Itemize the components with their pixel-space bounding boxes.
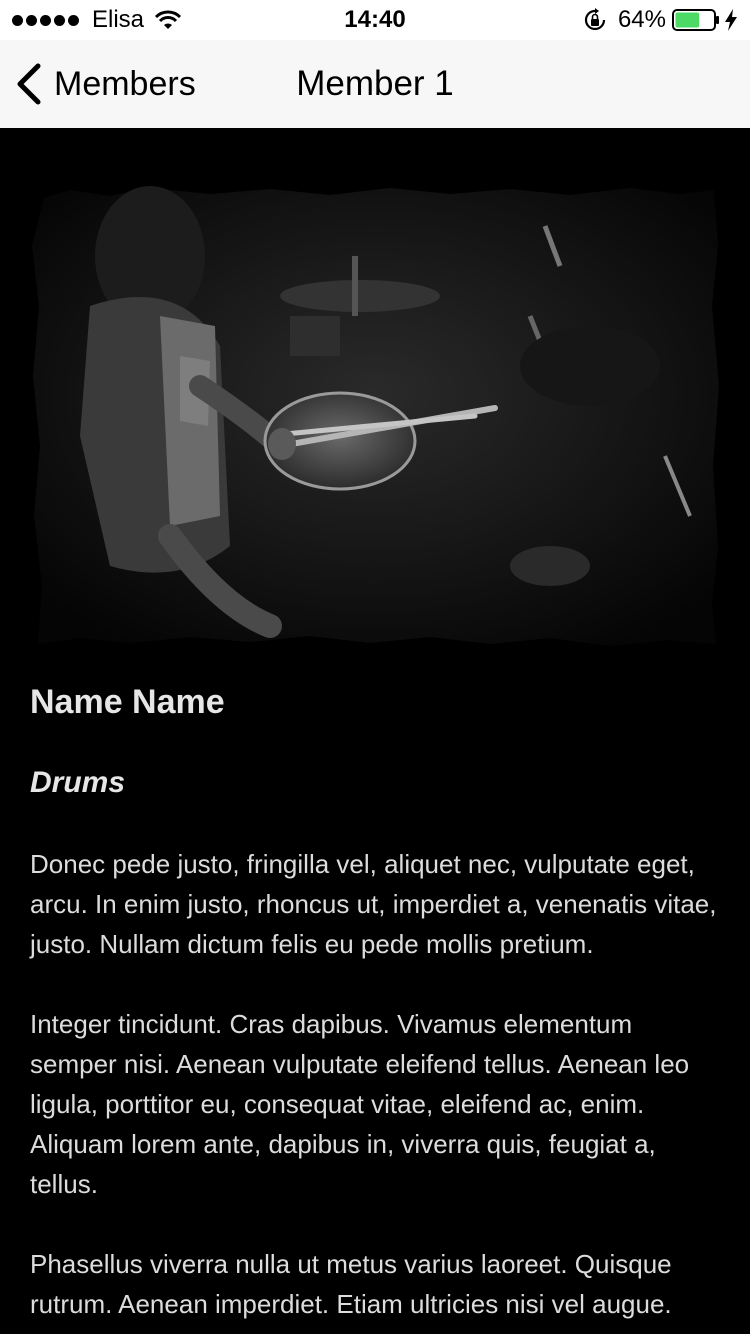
page-title: Member 1 [296,64,454,103]
member-name: Name Name [30,683,225,721]
bio-paragraph: Phasellus viverra nulla ut metus varius … [30,1249,672,1319]
battery-percent: 64% [617,6,666,33]
member-detail-content[interactable]: Name Name Drums Donec pede justo, fringi… [0,128,750,1334]
charging-bolt-icon [725,9,737,31]
status-right: 64% [582,6,738,34]
member-role: Drums [30,766,126,799]
member-bio: Donec pede justo, fringilla vel, aliquet… [30,844,720,1334]
navigation-bar: Members Member 1 [0,40,750,128]
status-bar: Elisa 14:40 64% [0,0,750,40]
bio-paragraph: Donec pede justo, fringilla vel, aliquet… [30,849,717,959]
battery-icon [672,9,719,31]
member-photo [32,186,719,646]
orientation-lock-icon [584,8,606,31]
bio-paragraph: Integer tincidunt. Cras dapibus. Vivamus… [30,1009,690,1199]
